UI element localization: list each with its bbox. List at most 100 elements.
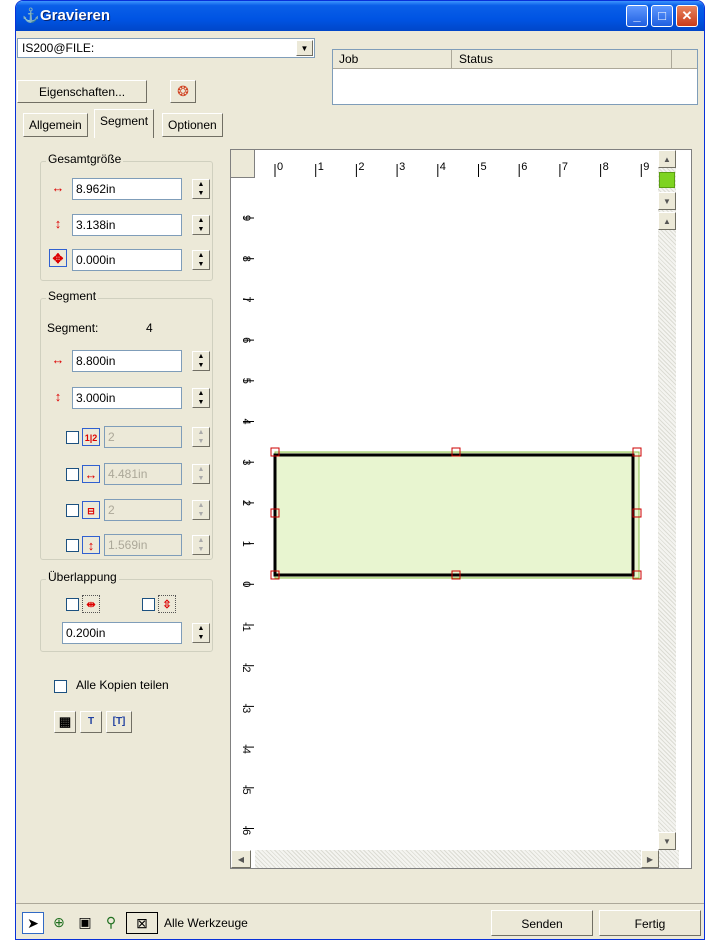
segment-height-spinner[interactable]: ▲ ▼ bbox=[192, 388, 210, 408]
total-width-value: 8.962in bbox=[76, 182, 116, 196]
offset-spinner[interactable]: ▲ ▼ bbox=[192, 250, 210, 270]
ruler-tick-label: 6 bbox=[240, 337, 252, 343]
minimize-button[interactable]: _ bbox=[626, 5, 648, 27]
h-count-spinner[interactable]: ▲ ▼ bbox=[192, 427, 210, 447]
vertical-scrollbar[interactable]: ▲ ▼ ▲ ▼ bbox=[658, 150, 676, 850]
v-size-checkbox[interactable] bbox=[66, 539, 79, 552]
zoom-tool-button[interactable]: ⊕ bbox=[48, 912, 70, 934]
v-size-input[interactable]: 1.569in bbox=[104, 534, 182, 556]
maximize-button[interactable]: □ bbox=[651, 5, 673, 27]
v-count-value: 2 bbox=[108, 503, 115, 517]
h-count-input[interactable]: 2 bbox=[104, 426, 182, 448]
scroll-up-arrow[interactable]: ▲ bbox=[658, 150, 676, 168]
total-height-value: 3.138in bbox=[76, 218, 116, 232]
ruler-tick-label: 9 bbox=[643, 161, 649, 173]
total-size-legend: Gesamtgröße bbox=[46, 152, 124, 166]
tab-optionen[interactable]: Optionen bbox=[162, 113, 223, 137]
offset-icon: ✥ bbox=[49, 249, 67, 267]
offset-input[interactable]: 0.000in bbox=[72, 249, 182, 271]
bottom-toolbar: ➤ ⊕ ▣ ⚲ ⊠ Alle Werkzeuge Senden Fertig bbox=[16, 903, 704, 939]
all-tools-icon: ⊠ bbox=[136, 915, 148, 931]
close-button[interactable]: ✕ bbox=[676, 5, 698, 27]
scroll-left-arrow[interactable]: ◀ bbox=[231, 850, 251, 868]
segment-width-input[interactable]: 8.800in bbox=[72, 350, 182, 372]
zoom-region-button[interactable]: ⚲ bbox=[100, 912, 122, 934]
zoom-in-icon: ⊕ bbox=[53, 914, 65, 930]
fit-page-button[interactable]: ▣ bbox=[74, 912, 96, 934]
color-settings-button[interactable]: ❂ bbox=[170, 80, 196, 103]
scroll-down-arrow[interactable]: ▼ bbox=[658, 832, 676, 850]
tab-allgemein[interactable]: Allgemein bbox=[23, 113, 88, 137]
all-tools-button[interactable]: ⊠ bbox=[126, 912, 158, 934]
total-height-spinner[interactable]: ▲ ▼ bbox=[192, 215, 210, 235]
grid-layout-button[interactable]: ▦ bbox=[54, 711, 76, 733]
magnifier-icon: ⚲ bbox=[105, 914, 117, 930]
ruler-tick-label: 4 bbox=[240, 419, 252, 425]
preview-canvas[interactable]: 0 1 2 3 4 5 6 7 8 9 9 8 7 6 5 4 3 2 1 0 -1 -2 -3 -4 -5 -6 ▲ ▼ ▲ … bbox=[230, 149, 692, 869]
vertical-ruler: 9 8 7 6 5 4 3 2 1 0 -1 -2 -3 -4 -5 -6 bbox=[240, 215, 254, 836]
ruler-tick-label: 6 bbox=[521, 161, 527, 173]
h-size-checkbox[interactable] bbox=[66, 468, 79, 481]
horizontal-scrollbar[interactable]: ◀ ▶ bbox=[231, 850, 679, 868]
height-arrows-icon: ↕ bbox=[54, 216, 62, 231]
total-height-input[interactable]: 3.138in bbox=[72, 214, 182, 236]
job-list-header: Job Status bbox=[333, 50, 697, 69]
total-width-input[interactable]: 8.962in bbox=[72, 178, 182, 200]
v-count-checkbox[interactable] bbox=[66, 504, 79, 517]
printer-select-value: IS200@FILE: bbox=[22, 41, 95, 55]
done-button-label: Fertig bbox=[634, 917, 666, 931]
select-tool-button[interactable]: ➤ bbox=[22, 912, 44, 934]
segment-width-value: 8.800in bbox=[76, 354, 116, 368]
h-count-checkbox[interactable] bbox=[66, 431, 79, 444]
printer-select[interactable]: IS200@FILE: ▼ bbox=[17, 38, 315, 58]
ruler-tick-label: -4 bbox=[240, 744, 252, 754]
job-column-header[interactable]: Job bbox=[339, 52, 358, 66]
share-copies-checkbox[interactable] bbox=[54, 680, 67, 693]
scroll-right-arrow[interactable]: ▶ bbox=[641, 850, 659, 868]
chevron-down-icon[interactable]: ▼ bbox=[296, 40, 313, 56]
horizontal-ruler: 0 1 2 3 4 5 6 7 8 9 bbox=[274, 161, 649, 177]
total-width-spinner[interactable]: ▲ ▼ bbox=[192, 179, 210, 199]
overlap-input[interactable]: 0.200in bbox=[62, 622, 182, 644]
overlap-vertical-checkbox[interactable] bbox=[142, 598, 155, 611]
palette-icon: ❂ bbox=[177, 83, 189, 99]
tab-label: Segment bbox=[100, 114, 149, 128]
segment-count-label: Segment: bbox=[47, 321, 99, 335]
title-bar[interactable]: ⚓ Gravieren _ □ ✕ bbox=[16, 1, 704, 31]
status-column-header[interactable]: Status bbox=[459, 52, 493, 66]
overlap-value: 0.200in bbox=[66, 626, 106, 640]
ruler-tick-label: 3 bbox=[240, 459, 252, 465]
tab-segment[interactable]: Segment bbox=[94, 109, 155, 138]
h-size-icon: ↔ bbox=[82, 465, 100, 483]
done-button[interactable]: Fertig bbox=[599, 910, 701, 936]
v-size-spinner[interactable]: ▲ ▼ bbox=[192, 535, 210, 555]
segment-width-spinner[interactable]: ▲ ▼ bbox=[192, 351, 210, 371]
page-down-arrow[interactable]: ▼ bbox=[658, 192, 676, 210]
text-corner-button[interactable]: [T] bbox=[106, 711, 132, 733]
text-align-button[interactable]: T bbox=[80, 711, 102, 733]
overlap-vertical-icon: ⇳ bbox=[158, 595, 176, 613]
h-size-input[interactable]: 4.481in bbox=[104, 463, 182, 485]
v-size-icon: ↕ bbox=[82, 536, 100, 554]
ruler-tick-label: 2 bbox=[240, 500, 252, 506]
overlap-spinner[interactable]: ▲ ▼ bbox=[192, 623, 210, 643]
v-count-spinner[interactable]: ▲ ▼ bbox=[192, 500, 210, 520]
segment-height-input[interactable]: 3.000in bbox=[72, 387, 182, 409]
overlap-horizontal-icon: ⇹ bbox=[82, 595, 100, 613]
properties-button[interactable]: Eigenschaften... bbox=[17, 80, 147, 103]
ruler-tick-label: 2 bbox=[358, 161, 364, 173]
send-button[interactable]: Senden bbox=[491, 910, 593, 936]
v-count-input[interactable]: 2 bbox=[104, 499, 182, 521]
ruler-tick-label: 5 bbox=[240, 378, 252, 384]
overlap-horizontal-checkbox[interactable] bbox=[66, 598, 79, 611]
ruler-tick-label: 3 bbox=[399, 161, 405, 173]
ruler-tick-label: 8 bbox=[603, 161, 609, 173]
job-list[interactable]: Job Status bbox=[332, 49, 698, 105]
segment-preview[interactable] bbox=[255, 178, 658, 850]
width-arrows-icon: ↔ bbox=[51, 180, 65, 195]
width-arrows-icon: ↔ bbox=[51, 352, 65, 367]
ruler-tick-label: 7 bbox=[562, 161, 568, 173]
h-size-spinner[interactable]: ▲ ▼ bbox=[192, 464, 210, 484]
page-up-arrow[interactable]: ▲ bbox=[658, 212, 676, 230]
ruler-tick-label: -6 bbox=[240, 826, 252, 836]
